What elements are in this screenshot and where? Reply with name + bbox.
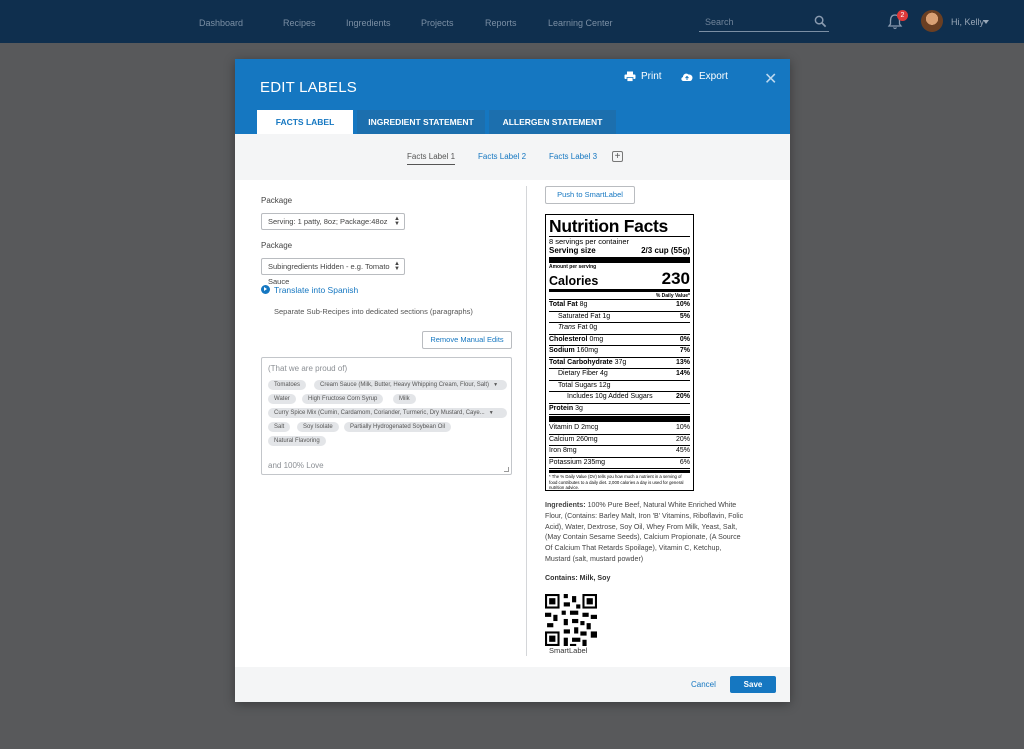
select-arrows-icon: ▲ ▼: [394, 216, 400, 227]
nutrient-row: Total Sugars 12g: [549, 381, 690, 392]
package-label-1: Package: [261, 196, 293, 205]
ingredient-chip[interactable]: Curry Spice Mix (Cumin, Cardamom, Corian…: [268, 408, 507, 418]
nav-projects[interactable]: Projects: [421, 18, 454, 28]
printer-icon: [624, 71, 636, 82]
vitamin-row: Calcium 260mg 20%: [549, 435, 690, 446]
subingredients-select[interactable]: Subingredients Hidden - e.g. Tomato Sauc…: [261, 258, 405, 286]
ingredients-text: 100% Pure Beef, Natural White Enriched W…: [545, 501, 744, 563]
ingredients-statement: Ingredients: 100% Pure Beef, Natural Whi…: [545, 500, 745, 565]
ingredient-editor[interactable]: (That we are proud of) Tomatoes Cream Sa…: [261, 357, 512, 475]
vitamin-rows: Vitamin D 2mcg 10% Calcium 260mg 20% Iron 8m…: [549, 423, 690, 469]
ingredient-chip[interactable]: Natural Flavoring: [268, 436, 326, 446]
ingredient-chip[interactable]: Salt: [268, 422, 291, 432]
nutrition-facts-label: Nutrition Facts 8 servings per container…: [545, 214, 694, 491]
top-nav-bar: Dashboard Recipes Ingredients Projects R…: [0, 0, 1024, 43]
push-to-smartlabel-button[interactable]: Push to SmartLabel: [545, 186, 635, 204]
tab-allergen-statement[interactable]: ALLERGEN STATEMENT: [489, 110, 616, 134]
column-divider: [526, 186, 527, 656]
servings-per-container: 8 servings per container: [549, 237, 630, 246]
allergen-contains: Contains: Milk, Soy: [545, 574, 611, 582]
select-arrows-icon: ▲ ▼: [394, 261, 400, 272]
qr-code-icon: [545, 594, 597, 646]
nutrient-row: Dietary Fiber 4g 14%: [549, 369, 690, 381]
serving-select-value: Serving: 1 patty, 8oz; Package:48oz: [268, 217, 388, 226]
editor-prefix-text: (That we are proud of): [268, 364, 348, 373]
nav-learning-center[interactable]: Learning Center: [548, 18, 613, 28]
modal-header: EDIT LABELS Print Export ✕ FACTS LABEL I…: [235, 59, 790, 134]
tab-ingredient-statement[interactable]: INGREDIENT STATEMENT: [357, 110, 485, 134]
ingredient-chip[interactable]: Soy Isolate: [297, 422, 339, 432]
nav-dashboard[interactable]: Dashboard: [199, 18, 243, 28]
search-box: [699, 12, 829, 32]
vitamin-row: Vitamin D 2mcg 10%: [549, 423, 690, 435]
serving-size-row: Serving size 2/3 cup (55g): [549, 246, 690, 255]
save-button[interactable]: Save: [730, 676, 776, 693]
export-label: Export: [699, 71, 728, 82]
subtab-facts-label-3[interactable]: Facts Label 3: [549, 152, 597, 161]
nutrient-row: Trans Fat 0g: [549, 323, 690, 335]
play-icon[interactable]: [261, 285, 270, 294]
ingredient-chip[interactable]: Water: [268, 394, 296, 404]
resize-handle-icon[interactable]: [504, 467, 509, 472]
subtab-facts-label-2[interactable]: Facts Label 2: [478, 152, 526, 161]
chip-label: Cream Sauce (Milk, Butter, Heavy Whippin…: [320, 382, 490, 388]
chevron-down-icon[interactable]: ▼: [489, 408, 494, 418]
print-label: Print: [641, 71, 662, 82]
subingredients-select-value: Subingredients Hidden - e.g. Tomato Sauc…: [268, 262, 390, 286]
subtab-facts-label-1[interactable]: Facts Label 1: [407, 152, 456, 165]
edit-labels-modal: EDIT LABELS Print Export ✕ FACTS LABEL I…: [235, 59, 790, 702]
nutrition-title: Nutrition Facts: [549, 216, 668, 236]
chip-label: Curry Spice Mix (Cumin, Cardamom, Corian…: [274, 410, 485, 416]
cancel-button[interactable]: Cancel: [691, 680, 716, 689]
nutrient-row: Sodium 160mg 7%: [549, 346, 690, 358]
ingredient-chip[interactable]: Tomatoes: [268, 380, 307, 390]
export-button[interactable]: Export: [680, 71, 728, 82]
serving-select[interactable]: Serving: 1 patty, 8oz; Package:48oz ▲ ▼: [261, 213, 405, 230]
remove-manual-edits-button[interactable]: Remove Manual Edits: [422, 331, 512, 349]
nutrient-row: Protein 3g: [549, 404, 690, 415]
smartlabel-caption: SmartLabel: [549, 646, 588, 655]
nav-recipes[interactable]: Recipes: [283, 18, 316, 28]
nutrient-row: Saturated Fat 1g 5%: [549, 312, 690, 323]
editor-suffix-text: and 100% Love: [268, 461, 324, 470]
separate-subrecipes-text: Separate Sub-Recipes into dedicated sect…: [274, 307, 473, 316]
ingredients-heading: Ingredients:: [545, 501, 586, 509]
chevron-down-icon[interactable]: [983, 20, 989, 24]
nutrient-row: Cholesterol 0mg 0%: [549, 335, 690, 346]
nav-reports[interactable]: Reports: [485, 18, 517, 28]
nutrient-row: Includes 10g Added Sugars 20%: [549, 392, 690, 404]
vitamin-row: Potassium 235mg 6%: [549, 458, 690, 469]
avatar[interactable]: [921, 10, 943, 32]
nutrient-row: Total Fat 8g 10%: [549, 300, 690, 312]
nutrient-row: Total Carbohydrate 37g 13%: [549, 358, 690, 369]
print-button[interactable]: Print: [624, 71, 662, 82]
search-icon[interactable]: [814, 15, 827, 28]
translate-link[interactable]: Translate into Spanish: [274, 285, 358, 295]
vitamin-row: Iron 8mg 45%: [549, 446, 690, 458]
modal-title: EDIT LABELS: [260, 79, 357, 96]
ingredient-chip[interactable]: Partially Hydrogenated Soybean Oil: [344, 422, 452, 432]
close-icon[interactable]: ✕: [764, 69, 777, 89]
cloud-upload-icon: [681, 73, 693, 81]
nav-ingredients[interactable]: Ingredients: [346, 18, 391, 28]
chevron-down-icon[interactable]: ▼: [493, 380, 498, 390]
calories-row: Calories 230: [549, 269, 690, 289]
nutrient-rows: Total Fat 8g 10% Saturated Fat 1g 5% Trans F…: [549, 300, 690, 415]
modal-footer: Cancel Save: [235, 667, 790, 702]
facts-label-subtabs: Facts Label 1 Facts Label 2 Facts Label …: [235, 134, 790, 180]
notification-badge: 2: [897, 10, 908, 21]
ingredient-chip[interactable]: High Fructose Corn Syrup: [302, 394, 384, 404]
user-greeting[interactable]: Hi, Kelly: [951, 17, 984, 27]
ingredient-chip[interactable]: Cream Sauce (Milk, Butter, Heavy Whippin…: [314, 380, 507, 390]
tab-facts-label[interactable]: FACTS LABEL: [257, 110, 353, 134]
package-label-2: Package: [261, 241, 293, 250]
add-label-button[interactable]: +: [612, 151, 623, 162]
daily-value-footnote: * The % Daily Value (DV) tells you how m…: [549, 474, 684, 490]
ingredient-chip[interactable]: Milk: [393, 394, 416, 404]
search-input[interactable]: [705, 15, 805, 29]
